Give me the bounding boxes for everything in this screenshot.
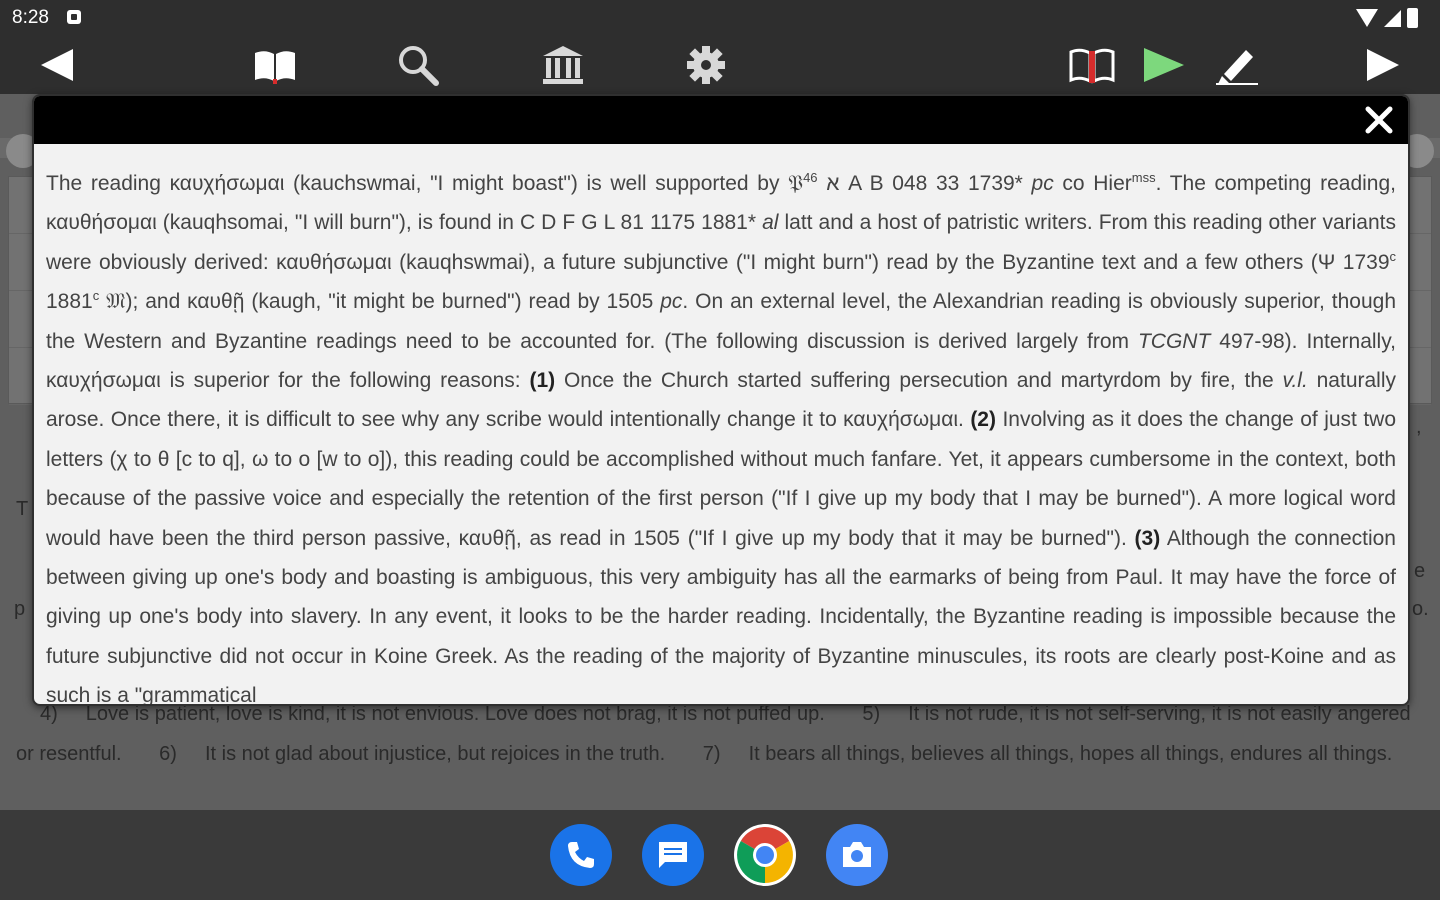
note-text-run: Once the Church started suffering persec… <box>563 369 1274 393</box>
bg-text-fragment: p <box>14 598 26 620</box>
messages-icon[interactable] <box>642 824 704 886</box>
note-text-run: 1881 <box>46 290 93 314</box>
pencil-icon[interactable] <box>1202 36 1272 94</box>
note-list-number: (1) <box>529 369 556 393</box>
note-italic: v.l. <box>1282 369 1308 393</box>
bg-text-fragment: T <box>16 498 29 520</box>
note-text-run: Although the connection between giving u… <box>46 526 1396 706</box>
navigation-bar <box>0 810 1440 900</box>
note-italic: pc <box>1031 172 1054 195</box>
popup-header <box>34 96 1408 144</box>
bg-text-fragment: , <box>1416 416 1422 438</box>
note-italic: pc <box>660 290 683 314</box>
status-bar: 8:28 <box>0 0 1440 36</box>
note-superscript: mss <box>1131 170 1156 185</box>
wifi-icon <box>1356 9 1378 27</box>
note-text-run: א A B 048 33 1739* <box>826 172 1023 195</box>
verse-text-4: Love is patient, love is kind, it is not… <box>85 703 825 725</box>
chrome-icon[interactable] <box>734 824 796 886</box>
play-icon[interactable] <box>1128 36 1198 94</box>
bg-text-fragment: e <box>1414 560 1426 582</box>
verse-text-7: It bears all things, believes all things… <box>748 743 1393 765</box>
note-list-number: (3) <box>1134 526 1161 550</box>
back-arrow-icon[interactable] <box>22 36 92 94</box>
search-icon[interactable] <box>383 36 453 94</box>
note-text-run: co Hier <box>1062 172 1132 195</box>
status-icons <box>1356 8 1418 28</box>
app-toolbar <box>0 36 1440 94</box>
note-list-number: (2) <box>970 408 996 432</box>
verse-text: 4) Love is patient, love is kind, it is n… <box>16 694 1432 774</box>
phone-icon[interactable] <box>550 824 612 886</box>
notification-icon <box>67 10 81 24</box>
note-superscript: c <box>1389 248 1397 264</box>
note-italic: al <box>762 211 779 235</box>
camera-icon[interactable] <box>826 824 888 886</box>
close-icon[interactable] <box>1362 103 1396 137</box>
note-text-run: The reading καυχήσωμαι (kauchswmai, "I m… <box>46 172 780 195</box>
note-italic: TCGNT <box>1137 329 1211 353</box>
note-text-run: 𝔐); and καυθῇ (kaugh, "it might be burne… <box>99 290 654 314</box>
verse-number[interactable]: 6) <box>159 734 177 774</box>
note-text-run: 𝔓 <box>788 172 804 195</box>
verse-number[interactable]: 7) <box>703 734 721 774</box>
battery-icon <box>1407 8 1418 28</box>
parallel-icon[interactable] <box>1057 36 1127 94</box>
book-icon[interactable] <box>240 36 310 94</box>
bg-text-fragment: o. <box>1412 598 1429 620</box>
translator-note-popup: The reading καυχήσωμαι (kauchswmai, "I m… <box>32 94 1410 706</box>
library-icon[interactable] <box>528 36 598 94</box>
note-superscript: 46 <box>803 170 818 185</box>
note-text: The reading καυχήσωμαι (kauchswmai, "I m… <box>34 144 1408 706</box>
forward-arrow-icon[interactable] <box>1348 36 1418 94</box>
signal-icon <box>1384 9 1401 27</box>
status-time: 8:28 <box>12 7 49 28</box>
gear-icon[interactable] <box>671 36 741 94</box>
verse-text-6: It is not glad about injustice, but rejo… <box>204 743 666 765</box>
